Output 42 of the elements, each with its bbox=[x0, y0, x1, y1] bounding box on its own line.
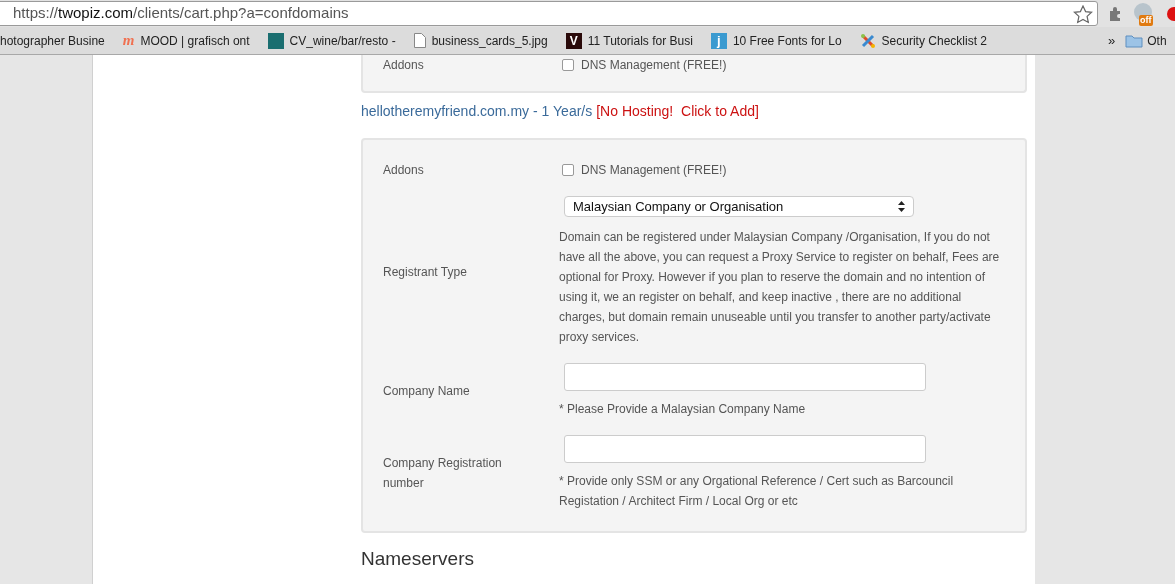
checkbox[interactable] bbox=[562, 59, 574, 71]
cross-icon bbox=[859, 32, 876, 49]
extension-icon[interactable] bbox=[1167, 6, 1175, 21]
bookmark-icon bbox=[267, 32, 284, 49]
off-badge: off bbox=[1139, 14, 1153, 26]
document-icon bbox=[413, 33, 426, 48]
checkbox-option[interactable]: DNS Management (FREE!) bbox=[559, 161, 1005, 179]
field-label: Addons bbox=[383, 57, 425, 74]
field-label: Company Name bbox=[383, 383, 471, 400]
url-text: https://twopiz.com/clients/cart.php?a=confdomains bbox=[13, 3, 349, 24]
domain-term: - 1 Year/s bbox=[533, 102, 593, 121]
bookmark[interactable]: business_cards_5.jpg bbox=[413, 31, 548, 50]
bookmark[interactable]: Security Checklist 2 bbox=[859, 31, 987, 50]
updown-icon bbox=[898, 201, 905, 212]
checkbox-option[interactable]: DNS Management (FREE!) bbox=[559, 56, 1005, 74]
folder-icon bbox=[1125, 33, 1144, 48]
add-hosting-link[interactable]: [No Hosting! Click to Add] bbox=[596, 101, 759, 122]
bookmark-icon: V bbox=[565, 32, 582, 49]
field-note: * Please Provide a Malaysian Company Name bbox=[559, 401, 807, 418]
bookmark-folder[interactable]: Oth bbox=[1125, 31, 1167, 50]
input-field[interactable] bbox=[564, 435, 926, 463]
bookmark[interactable]: hotographer Busine bbox=[0, 31, 105, 50]
checkbox[interactable] bbox=[562, 164, 574, 176]
domain-name: hellotheremyfriend.com.my bbox=[361, 102, 530, 121]
bookmark-icon: j bbox=[710, 32, 727, 49]
address-bar[interactable]: https://twopiz.com/clients/cart.php?a=confdomains bbox=[0, 1, 1098, 26]
section-heading: Nameservers bbox=[361, 547, 475, 571]
bookmark[interactable]: m MOOD | grafisch ont bbox=[122, 31, 250, 50]
bookmark[interactable]: CV_wine/bar/resto - bbox=[267, 31, 396, 50]
bookmark[interactable]: V 11 Tutorials for Busi bbox=[565, 31, 693, 50]
bookmarks-overflow[interactable]: » bbox=[1108, 30, 1116, 51]
field-label: Company Registration number bbox=[383, 455, 503, 492]
folder-label: Oth bbox=[1147, 32, 1167, 50]
field-label: Addons bbox=[383, 162, 425, 179]
star-icon[interactable] bbox=[1073, 5, 1093, 24]
bookmark-icon: m bbox=[122, 33, 135, 48]
bookmark[interactable]: j 10 Free Fonts for Lo bbox=[710, 31, 842, 50]
field-note: * Provide only SSM or any Orgational Reference / Cert such as Barcouncil Registation / Architect Firm / Local Org or etc bbox=[559, 473, 955, 510]
input-field[interactable] bbox=[564, 363, 926, 391]
field-label: Registrant Type bbox=[383, 263, 468, 281]
field-note: Domain can be registered under Malaysian Company /Organisation, If you do not have all the above, you can request a Proxy Service to register on behalf, Fees are optional for Proxy. However if you plan to reserve the domain and no intention of using it, we an register on behalf, and keep inactive , there are no additional charges, but domain remain unuseable until you transfer to another party/activate proxy services. bbox=[559, 229, 1001, 346]
dropdown[interactable]: Malaysian Company or Organisation bbox=[564, 196, 914, 217]
